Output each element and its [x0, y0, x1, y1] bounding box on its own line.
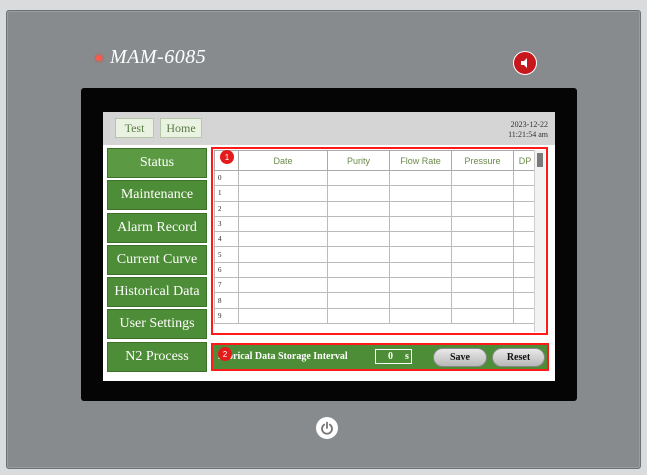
table-row[interactable]: 4 [214, 231, 537, 248]
column-header-flow-rate[interactable]: Flow Rate [389, 150, 452, 171]
model-name: MAM-6085 [110, 46, 207, 68]
sidebar-item-historical-data[interactable]: Historical Data [107, 277, 207, 308]
storage-interval-label: istorical Data Storage Interval [218, 351, 348, 362]
hmi-screen: Test Home 2023-12-22 11:21:54 am Status … [103, 112, 555, 381]
power-button[interactable] [316, 417, 338, 439]
column-header-purity[interactable]: Purity [327, 150, 390, 171]
sidebar-item-n2-process[interactable]: N2 Process [107, 341, 207, 372]
speaker-icon [521, 58, 527, 68]
sidebar-item-user-settings[interactable]: User Settings [107, 309, 207, 340]
row-index: 0 [214, 169, 239, 187]
device-brand: MAM-6085 [96, 46, 206, 69]
row-index: 5 [214, 246, 239, 263]
datetime: 2023-12-22 11:21:54 am [508, 120, 548, 140]
interval-value: 0 [388, 351, 393, 362]
row-index: 3 [214, 215, 239, 233]
row-index: 1 [214, 185, 239, 202]
table-header-row: Date Purity Flow Rate Pressure DP [214, 150, 537, 171]
table-row[interactable]: 2 [214, 200, 537, 217]
sidebar-item-status[interactable]: Status [107, 148, 207, 178]
table-row[interactable]: 7 [214, 277, 537, 294]
row-index: 8 [214, 292, 239, 309]
time-text: 11:21:54 am [508, 130, 548, 139]
home-button[interactable]: Home [160, 118, 202, 138]
row-index: 6 [214, 261, 239, 279]
history-table: Date Purity Flow Rate Pressure DP 0 1 2 … [214, 150, 537, 324]
row-index: 7 [214, 277, 239, 294]
annotation-badge-2: 2 [218, 347, 232, 361]
test-button[interactable]: Test [115, 118, 154, 138]
sidebar: Status Maintenance Alarm Record Current … [107, 148, 207, 374]
sidebar-item-current-curve[interactable]: Current Curve [107, 244, 207, 275]
column-header-pressure[interactable]: Pressure [451, 150, 514, 171]
row-index: 4 [214, 231, 239, 248]
history-table-panel: Date Purity Flow Rate Pressure DP 0 1 2 … [211, 147, 548, 335]
top-bar: Test Home 2023-12-22 11:21:54 am [103, 112, 555, 145]
speaker-button[interactable] [513, 51, 537, 75]
sidebar-item-maintenance[interactable]: Maintenance [107, 180, 207, 211]
date-text: 2023-12-22 [510, 120, 548, 129]
reset-button[interactable]: Reset [492, 348, 545, 367]
row-index: 2 [214, 200, 239, 217]
table-row[interactable]: 0 [214, 169, 537, 187]
power-icon [321, 421, 333, 435]
interval-unit: s [405, 351, 409, 362]
storage-interval-bar: istorical Data Storage Interval 0 s Save… [211, 343, 549, 371]
row-index: 9 [214, 307, 239, 324]
column-header-date[interactable]: Date [238, 150, 328, 171]
table-row[interactable]: 5 [214, 246, 537, 263]
scrollbar-thumb[interactable] [537, 153, 543, 167]
table-row[interactable]: 6 [214, 261, 537, 279]
storage-interval-field[interactable]: 0 s [375, 349, 412, 364]
table-row[interactable]: 9 [214, 307, 537, 324]
save-button[interactable]: Save [433, 348, 487, 367]
annotation-badge-1: 1 [220, 150, 234, 164]
led-indicator-icon [96, 54, 102, 61]
table-scrollbar[interactable] [534, 150, 545, 332]
sidebar-item-alarm-record[interactable]: Alarm Record [107, 212, 207, 243]
table-row[interactable]: 8 [214, 292, 537, 309]
table-row[interactable]: 1 [214, 185, 537, 202]
table-row[interactable]: 3 [214, 215, 537, 233]
